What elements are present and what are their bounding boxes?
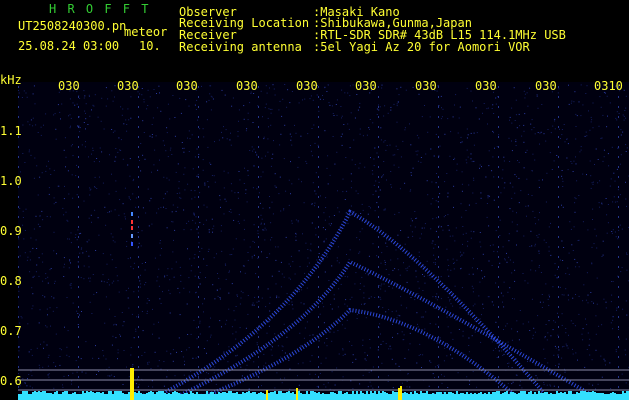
- y-tick-label: 0.7: [0, 325, 22, 337]
- x-tick-label: 0310: [594, 80, 623, 92]
- x-tick-label: 030: [475, 80, 497, 92]
- y-tick-label: 0.9: [0, 225, 22, 237]
- y-unit-label: kHz: [0, 74, 22, 86]
- x-tick-label: 030: [58, 80, 80, 92]
- spectrogram: [18, 82, 629, 400]
- y-tick-label: 0.6: [0, 375, 22, 387]
- x-tick-label: 030: [296, 80, 318, 92]
- y-tick-label: 1.0: [0, 175, 22, 187]
- x-tick-label: 030: [415, 80, 437, 92]
- spectrogram-background: [18, 82, 629, 400]
- x-tick-label: 030: [117, 80, 139, 92]
- x-tick-label: 030: [176, 80, 198, 92]
- y-tick-label: 1.1: [0, 125, 22, 137]
- x-tick-label: 030: [535, 80, 557, 92]
- y-tick-label: 0.8: [0, 275, 22, 287]
- x-tick-label: 030: [236, 80, 258, 92]
- x-tick-label: 030: [355, 80, 377, 92]
